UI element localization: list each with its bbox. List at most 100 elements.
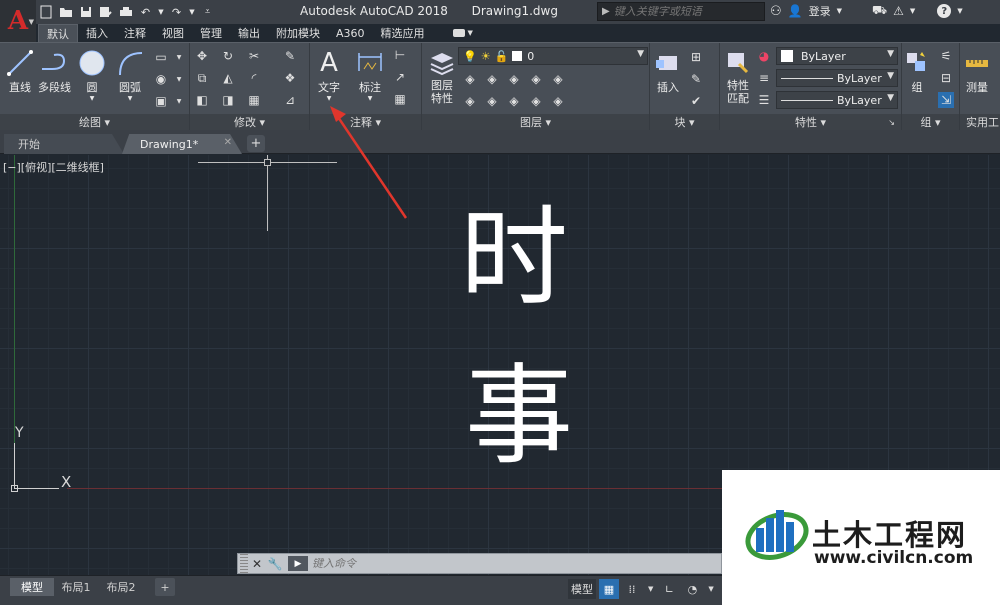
ribbon-display-toggle[interactable]: ▼	[433, 24, 481, 42]
tab-manage[interactable]: 管理	[192, 24, 230, 42]
array-icon[interactable]: ▦	[246, 92, 262, 108]
undo-icon[interactable]: ↶	[138, 5, 153, 20]
group-button[interactable]: 组	[904, 47, 930, 95]
block-attr-icon[interactable]: ✔	[688, 93, 704, 109]
search-input[interactable]	[613, 5, 754, 18]
create-block-icon[interactable]: ⊞	[688, 49, 704, 65]
layer-tool-icon[interactable]: ◈	[484, 93, 500, 109]
autodesk-a360-icon[interactable]: ⚠	[893, 4, 904, 18]
tab-addins[interactable]: 附加模块	[268, 24, 328, 42]
layer-tool-icon[interactable]: ◈	[462, 71, 478, 87]
new-tab-button[interactable]: +	[247, 135, 265, 152]
add-layout-button[interactable]: +	[155, 578, 175, 596]
chevron-down-icon[interactable]: ▼	[158, 5, 164, 20]
open-folder-icon[interactable]	[58, 5, 73, 20]
snap-icon[interactable]: ⁞⁞	[622, 579, 642, 599]
viewport-controls[interactable]: [−][俯视][二维线框]	[3, 159, 104, 175]
ungroup-icon[interactable]: ⚟	[938, 48, 954, 64]
panel-draw-title[interactable]: 绘图 ▾	[0, 114, 189, 131]
color-dropdown[interactable]: ByLayer ▼	[776, 47, 898, 65]
chevron-down-icon[interactable]: ▼	[705, 579, 716, 599]
chevron-down-icon[interactable]: ▼	[189, 5, 195, 20]
hatch-icon[interactable]: ◉	[153, 71, 169, 87]
grid-icon[interactable]: ▦	[599, 579, 619, 599]
layer-tool-icon[interactable]: ◈	[550, 71, 566, 87]
rotate-icon[interactable]: ↻	[220, 48, 236, 64]
layer-tool-icon[interactable]: ◈	[484, 71, 500, 87]
login-button[interactable]: 登录	[809, 3, 831, 19]
close-icon[interactable]: ✕	[248, 557, 266, 571]
close-icon[interactable]: ✕	[224, 137, 232, 148]
layout-tab-layout1[interactable]: 布局1	[56, 578, 96, 596]
layer-tool-icon[interactable]: ◈	[528, 93, 544, 109]
layer-tool-icon[interactable]: ◈	[506, 93, 522, 109]
line-button[interactable]: 直线	[6, 47, 34, 95]
text-button[interactable]: A 文字 ▼	[318, 47, 340, 102]
application-menu-button[interactable]: A ▼	[0, 0, 36, 42]
chevron-down-icon[interactable]: ▼	[957, 7, 962, 15]
linetype-dropdown[interactable]: ByLayer ▼	[776, 69, 898, 87]
redo-icon[interactable]: ↷	[169, 5, 184, 20]
model-space-button[interactable]: 模型	[568, 579, 596, 599]
tab-output[interactable]: 输出	[230, 24, 268, 42]
color-wheel-icon[interactable]: ◕	[756, 48, 772, 64]
panel-groups-title[interactable]: 组 ▾	[902, 114, 959, 131]
ortho-icon[interactable]: ∟	[659, 579, 679, 599]
group-select-icon[interactable]: ⇲	[938, 92, 954, 108]
drawing-text-1[interactable]: 时	[460, 205, 568, 313]
chevron-down-icon[interactable]: ▼	[645, 579, 656, 599]
chevron-down-icon[interactable]: ▼	[837, 7, 842, 15]
binoculars-icon[interactable]: ⚇	[770, 4, 782, 19]
layer-properties-button[interactable]: 图层特性	[428, 47, 456, 105]
wrench-icon[interactable]: 🔧	[266, 557, 284, 571]
circle-button[interactable]: 圆 ▼	[78, 47, 106, 102]
linetype-icon[interactable]: ≡	[756, 70, 772, 86]
fillet-icon[interactable]: ◜	[246, 70, 262, 86]
table-icon[interactable]: ▦	[392, 91, 408, 107]
layer-tool-icon[interactable]: ◈	[550, 93, 566, 109]
measure-button[interactable]: 测量	[964, 47, 990, 95]
mirror-icon[interactable]: ◭	[220, 70, 236, 86]
command-prompt-icon[interactable]: ▶	[288, 556, 308, 571]
cart-icon[interactable]: ⛟	[872, 3, 887, 19]
lineweight-dropdown[interactable]: ByLayer ▼	[776, 91, 898, 109]
command-input[interactable]	[312, 557, 692, 570]
tab-insert[interactable]: 插入	[78, 24, 116, 42]
customize-toolbar-icon[interactable]: ⩡	[200, 5, 215, 20]
trim-icon[interactable]: ✂	[246, 48, 262, 64]
file-tab-start[interactable]: 开始	[4, 134, 124, 154]
explode-icon[interactable]: ❖	[282, 70, 298, 86]
search-box[interactable]: ▶	[597, 2, 765, 21]
chevron-down-icon[interactable]: ▼	[171, 71, 187, 87]
drawing-text-2[interactable]: 事	[465, 363, 573, 471]
save-as-icon[interactable]	[98, 5, 113, 20]
match-properties-button[interactable]: 特性匹配	[724, 47, 752, 105]
layout-tab-layout2[interactable]: 布局2	[98, 578, 144, 596]
print-icon[interactable]	[118, 5, 133, 20]
edit-block-icon[interactable]: ✎	[688, 71, 704, 87]
panel-annotation-title[interactable]: 注释 ▾	[310, 114, 421, 131]
layer-tool-icon[interactable]: ◈	[462, 93, 478, 109]
panel-properties-title[interactable]: 特性 ▾ ↘	[720, 114, 901, 131]
panel-utilities-title[interactable]: 实用工	[960, 114, 1000, 131]
copy-icon[interactable]: ⧉	[194, 70, 210, 86]
help-icon[interactable]: ?	[937, 4, 952, 18]
tab-annotate[interactable]: 注释	[116, 24, 154, 42]
chevron-down-icon[interactable]: ▼	[171, 49, 187, 65]
layer-tool-icon[interactable]: ◈	[528, 71, 544, 87]
layer-tool-icon[interactable]: ◈	[506, 71, 522, 87]
polar-icon[interactable]: ◔	[682, 579, 702, 599]
erase-icon[interactable]: ✎	[282, 48, 298, 64]
tab-a360[interactable]: A360	[328, 24, 373, 42]
lineweight-icon[interactable]: ☰	[756, 92, 772, 108]
panel-block-title[interactable]: 块 ▾	[650, 114, 719, 131]
group-edit-icon[interactable]: ⊟	[938, 70, 954, 86]
leader-icon[interactable]: ↗	[392, 69, 408, 85]
chevron-down-icon[interactable]: ▼	[171, 93, 187, 109]
scale-icon[interactable]: ◨	[220, 92, 236, 108]
insert-block-button[interactable]: 插入	[655, 47, 681, 95]
offset-icon[interactable]: ⊿	[282, 92, 298, 108]
dimension-button[interactable]: 标注 ▼	[356, 47, 384, 102]
panel-layers-title[interactable]: 图层 ▾	[422, 114, 649, 131]
new-file-icon[interactable]	[38, 5, 53, 20]
